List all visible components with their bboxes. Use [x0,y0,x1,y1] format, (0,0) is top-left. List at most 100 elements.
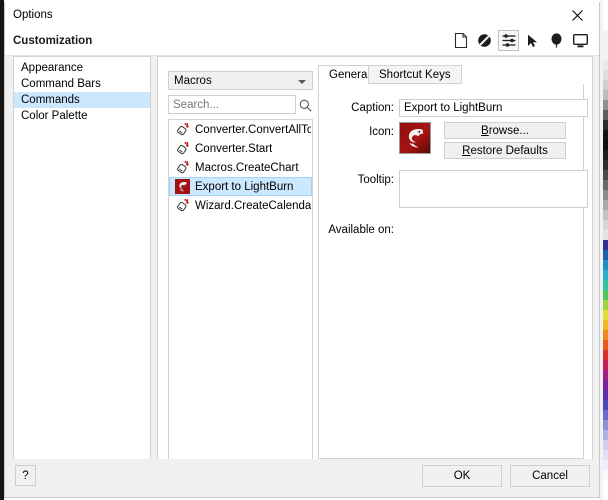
list-item-label: Wizard.CreateCalendar [195,199,311,212]
macro-icon [174,141,190,157]
dialog-title: Options [13,9,53,21]
color-swatch [603,480,608,490]
color-swatch [603,250,608,260]
sidebar-item-color-palette[interactable]: Color Palette [14,108,150,124]
sidebar-item-command-bars[interactable]: Command Bars [14,76,150,92]
color-swatch [603,80,608,90]
command-details: General Shortcut Keys Caption: Icon: [318,65,588,459]
list-item[interactable]: Export to LightBurn [169,177,312,196]
color-swatch [603,240,608,250]
color-swatch [603,50,608,60]
help-button[interactable]: ? [15,465,36,486]
sidebar-item-label: Appearance [21,62,84,74]
tab-shortcut-keys[interactable]: Shortcut Keys [368,65,462,84]
color-swatch [603,150,608,160]
background-app-right-edge [600,0,608,500]
list-item[interactable]: Converter.ConvertAllToCur... [169,120,312,139]
list-item-label: Converter.ConvertAllToCur... [195,123,311,136]
tab-label: Shortcut Keys [379,69,451,81]
macro-icon [176,198,189,212]
cancel-button[interactable]: Cancel [510,465,590,487]
restore-defaults-button[interactable]: Restore Defaults [444,142,566,159]
monitor-icon-button[interactable] [570,30,591,51]
dialog-titlebar: Options [5,2,599,30]
color-swatch [603,470,608,480]
color-swatch [603,90,608,100]
list-item-label: Converter.Start [195,142,273,155]
command-icon-preview[interactable] [399,122,431,154]
color-swatch [603,0,608,10]
color-swatch [603,370,608,380]
sidebar-item-label: Commands [21,94,80,106]
command-category-dropdown[interactable]: Macros [168,71,313,90]
color-swatch [603,320,608,330]
browse-button-label: Browse... [481,125,529,137]
color-swatch [603,70,608,80]
caption-input[interactable] [399,99,588,117]
color-swatch [603,40,608,50]
color-swatch [603,120,608,130]
ban-icon-button[interactable] [474,30,495,51]
color-swatch [603,360,608,370]
page-icon-button[interactable] [450,30,471,51]
cursor-arrow-icon-button[interactable] [522,30,543,51]
available-on-label: Available on: [328,224,394,236]
balloon-pin-icon-button[interactable] [546,30,567,51]
browse-button[interactable]: Browse... [444,122,566,139]
color-swatch [603,330,608,340]
color-swatch [603,100,608,110]
magnifier-icon [299,99,312,112]
color-swatch [603,60,608,70]
color-swatch [603,350,608,360]
list-item[interactable]: Wizard.CreateCalendar [169,196,312,215]
lightburn-icon [174,179,190,195]
sidebar-item-commands[interactable]: Commands [14,92,150,108]
color-swatch [603,30,608,40]
macro-icon [174,122,190,138]
search-icon[interactable] [297,97,313,113]
color-swatch [603,20,608,30]
color-swatch [603,160,608,170]
restore-button-suffix: estore Defaults [470,144,548,157]
tooltip-input[interactable] [399,170,588,208]
close-button[interactable] [555,2,599,29]
color-swatch [603,210,608,220]
lightburn-dragon-icon [400,123,430,153]
customization-header: Customization [5,29,599,55]
color-swatch [603,200,608,210]
list-item[interactable]: Converter.Start [169,139,312,158]
ok-button-label: OK [453,470,471,482]
general-tab-panel: Caption: Icon: [318,84,588,459]
color-swatch [603,390,608,400]
command-category-value: Macros [174,75,212,87]
page-icon [454,33,467,48]
options-dialog: Options Customization Appearance Command… [4,2,600,498]
color-swatch [603,270,608,280]
color-swatch [603,280,608,290]
macro-icon [176,122,189,136]
details-tabstrip: General Shortcut Keys [318,65,584,85]
color-swatch [603,170,608,180]
list-item-label: Export to LightBurn [195,180,294,193]
ok-button[interactable]: OK [422,465,502,487]
browse-button-suffix: rowse... [488,124,529,137]
settings-category-list: Appearance Command Bars Commands Color P… [13,56,151,468]
icon-label: Icon: [369,126,394,138]
color-swatch [603,10,608,20]
sidebar-item-appearance[interactable]: Appearance [14,60,150,76]
list-item[interactable]: Macros.CreateChart [169,158,312,177]
color-swatch [603,190,608,200]
macro-list[interactable]: Converter.ConvertAllToCur... Converter.S… [168,119,313,477]
tooltip-label: Tooltip: [357,174,394,186]
color-swatch [603,260,608,270]
sliders-icon-button[interactable] [498,30,519,51]
header-toolbar [450,30,591,51]
color-swatch [603,490,608,500]
search-row [168,95,313,114]
search-input[interactable] [168,95,296,114]
color-swatch [603,420,608,430]
help-button-label: ? [22,469,29,482]
color-swatch [603,140,608,150]
color-swatch [603,430,608,440]
color-swatch [603,220,608,230]
